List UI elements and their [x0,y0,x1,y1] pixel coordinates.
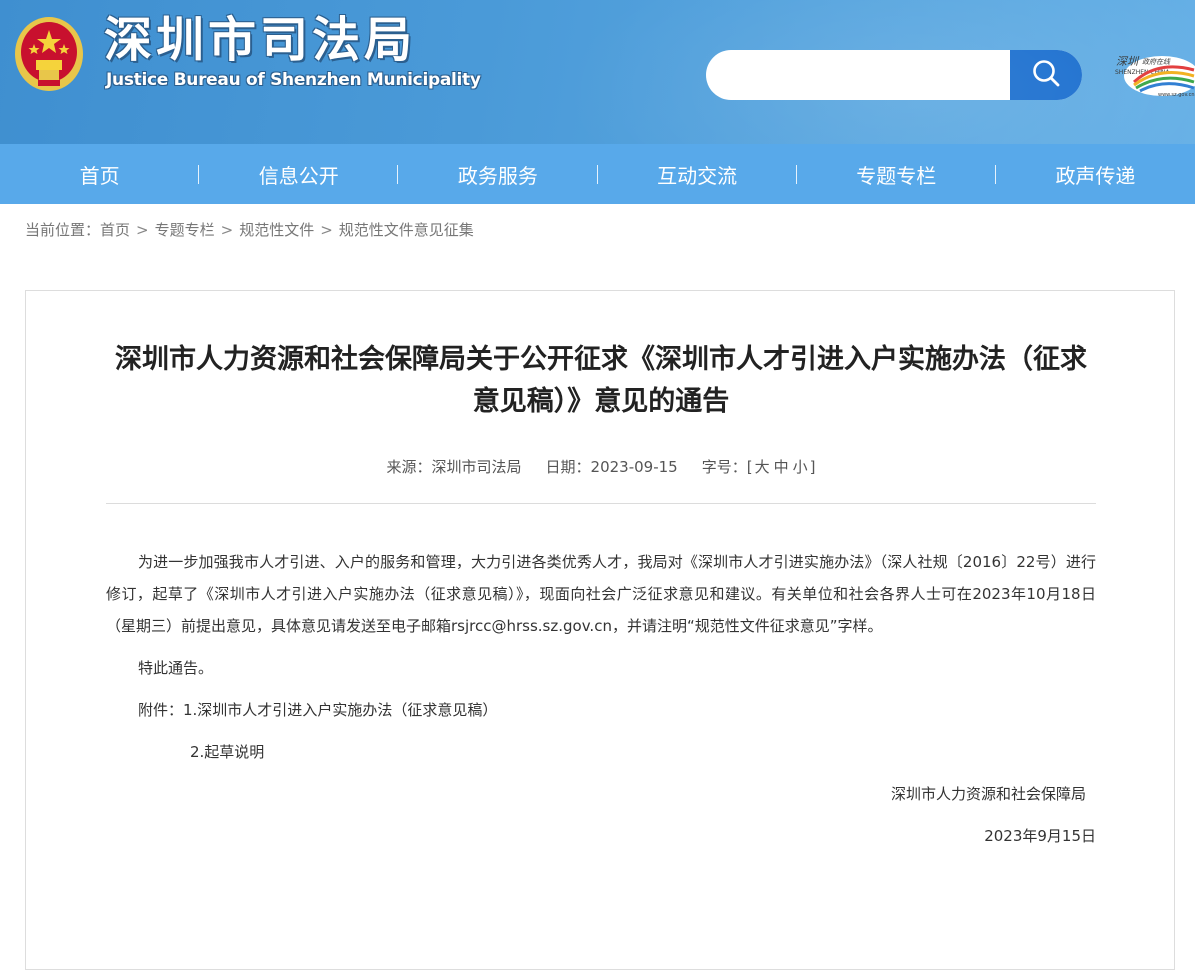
nav-item-gov-voice[interactable]: 政声传递 [996,144,1195,204]
breadcrumb-link-home[interactable]: 首页 [100,221,130,239]
nav-item-label: 政务服务 [457,163,538,188]
body-paragraph: 为进一步加强我市人才引进、入户的服务和管理，大力引进各类优秀人才，我局对《深圳市… [106,553,1096,635]
breadcrumb-separator: > [220,221,234,239]
breadcrumb-link-opinion-solicitation[interactable]: 规范性文件意见征集 [339,221,474,239]
breadcrumb-prefix: 当前位置： [25,221,101,239]
search-input[interactable] [706,50,1010,100]
attachment-1[interactable]: 附件：1.深圳市人才引进入户实施办法（征求意见稿） [106,694,1096,726]
date-value: 2023-09-15 [590,458,678,476]
breadcrumb-link-special-topics[interactable]: 专题专栏 [155,221,215,239]
font-size-small-button[interactable]: 小 [793,458,808,476]
nav-item-home[interactable]: 首页 [0,144,200,204]
font-size-large-button[interactable]: 大 [755,458,770,476]
article-meta: 来源：深圳市司法局 日期：2023-09-15 字号：[大中小] [106,455,1096,479]
nav-item-interaction[interactable]: 互动交流 [598,144,797,204]
font-size-medium-button[interactable]: 中 [774,458,789,476]
breadcrumb-link-regulatory-docs[interactable]: 规范性文件 [239,221,314,239]
breadcrumb-separator: > [320,221,333,239]
justice-emblem-icon[interactable] [12,14,86,94]
article-title: 深圳市人力资源和社会保障局关于公开征求《深圳市人才引进入户实施办法（征求意见稿）… [115,344,1087,417]
svg-text:SHENZHEN CHINA: SHENZHEN CHINA [1115,69,1170,76]
signature-date: 2023年9月15日 [984,827,1096,845]
nav-item-gov-services[interactable]: 政务服务 [398,144,598,204]
nav-item-label: 信息公开 [258,163,339,188]
main-nav: 首页 信息公开 政务服务 互动交流 专题专栏 政声传递 [0,144,1195,204]
nav-item-label: 专题专栏 [856,163,937,188]
meta-divider [106,503,1096,504]
search-button[interactable] [1010,50,1082,100]
nav-item-label: 政声传递 [1055,163,1136,188]
shenzhen-china-gov-logo-icon[interactable]: 深圳 政府在线 SHENZHEN CHINA www.sz.gov.cn [1112,52,1195,98]
attachment-2[interactable]: 2.起草说明 [106,736,1096,768]
notice-text: 特此通告。 [138,659,214,677]
svg-text:www.sz.gov.cn: www.sz.gov.cn [1158,92,1195,98]
site-subtitle: Justice Bureau of Shenzhen Municipality [106,70,481,90]
article-body: 为进一步加强我市人才引进、入户的服务和管理，大力引进各类优秀人才，我局对《深圳市… [106,546,1096,852]
svg-text:深圳: 深圳 [1116,55,1140,68]
signature: 深圳市人力资源和社会保障局 [890,785,1086,803]
font-size-bracket-close: ] [809,458,816,476]
site-header: 深圳市司法局 Justice Bureau of Shenzhen Munici… [0,0,1195,144]
search-bar [706,50,1082,100]
date-label: 日期： [545,458,591,476]
nav-item-special-topics[interactable]: 专题专栏 [797,144,996,204]
article-container: 深圳市人力资源和社会保障局关于公开征求《深圳市人才引进入户实施办法（征求意见稿）… [25,290,1175,970]
svg-text:政府在线: 政府在线 [1142,58,1171,66]
font-size-label: 字号： [701,458,747,476]
breadcrumb-separator: > [136,221,149,239]
font-size-bracket-open: [ [746,458,753,476]
search-icon [1031,58,1061,92]
nav-item-label: 首页 [79,163,120,188]
source-value: 深圳市司法局 [431,458,522,476]
nav-item-label: 互动交流 [657,163,738,188]
nav-item-info-disclosure[interactable]: 信息公开 [199,144,399,204]
breadcrumb: 当前位置：首页 > 专题专栏 > 规范性文件 > 规范性文件意见征集 [25,218,474,242]
site-title: 深圳市司法局 [104,12,417,68]
source-label: 来源： [386,458,432,476]
